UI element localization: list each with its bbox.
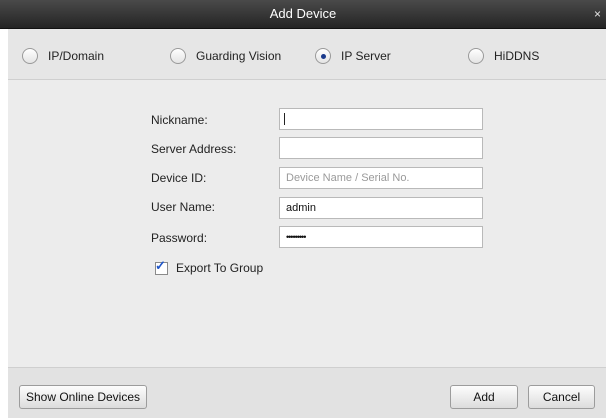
mode-selector: IP/Domain Guarding Vision IP Server HiDD… <box>8 29 606 80</box>
radio-button-icon[interactable] <box>170 48 186 64</box>
export-to-group-label: Export To Group <box>176 261 264 275</box>
radio-label: IP/Domain <box>48 49 105 63</box>
device-id-input[interactable]: Device Name / Serial No. <box>279 167 483 189</box>
password-label: Password: <box>151 231 208 245</box>
radio-button-icon[interactable] <box>22 48 38 64</box>
dialog-footer: Show Online Devices Add Cancel <box>8 367 606 418</box>
text-cursor <box>284 113 285 125</box>
window-title: Add Device <box>269 6 337 21</box>
radio-label: IP Server <box>341 49 391 63</box>
nickname-label: Nickname: <box>151 113 208 127</box>
radio-ip-domain[interactable]: IP/Domain <box>22 46 104 66</box>
password-input[interactable]: ••••••••• <box>279 226 483 248</box>
checkbox-box[interactable]: ✓ <box>155 257 168 275</box>
radio-ip-server[interactable]: IP Server <box>315 46 391 66</box>
add-device-dialog: Add Device × IP/Domain Guarding Vision I… <box>0 0 606 418</box>
checkmark-icon: ✓ <box>155 257 166 273</box>
show-online-devices-button[interactable]: Show Online Devices <box>19 385 147 409</box>
server-address-label: Server Address: <box>151 142 237 156</box>
user-name-input[interactable]: admin <box>279 197 483 219</box>
radio-hiddns[interactable]: HiDDNS <box>468 46 539 66</box>
add-button[interactable]: Add <box>450 385 518 409</box>
close-icon[interactable]: × <box>594 6 606 22</box>
dialog-body: IP/Domain Guarding Vision IP Server HiDD… <box>8 29 606 418</box>
radio-guarding-vision[interactable]: Guarding Vision <box>170 46 281 66</box>
server-address-input[interactable] <box>279 137 483 159</box>
radio-button-icon[interactable] <box>468 48 484 64</box>
user-name-label: User Name: <box>151 200 216 214</box>
export-to-group-checkbox[interactable]: ✓ Export To Group <box>155 257 264 276</box>
title-bar[interactable]: Add Device × <box>0 0 606 29</box>
nickname-input[interactable] <box>279 108 483 130</box>
radio-label: HiDDNS <box>494 49 540 63</box>
radio-button-selected-icon[interactable] <box>315 48 331 64</box>
device-id-label: Device ID: <box>151 171 207 185</box>
radio-label: Guarding Vision <box>196 49 282 63</box>
cancel-button[interactable]: Cancel <box>528 385 595 409</box>
